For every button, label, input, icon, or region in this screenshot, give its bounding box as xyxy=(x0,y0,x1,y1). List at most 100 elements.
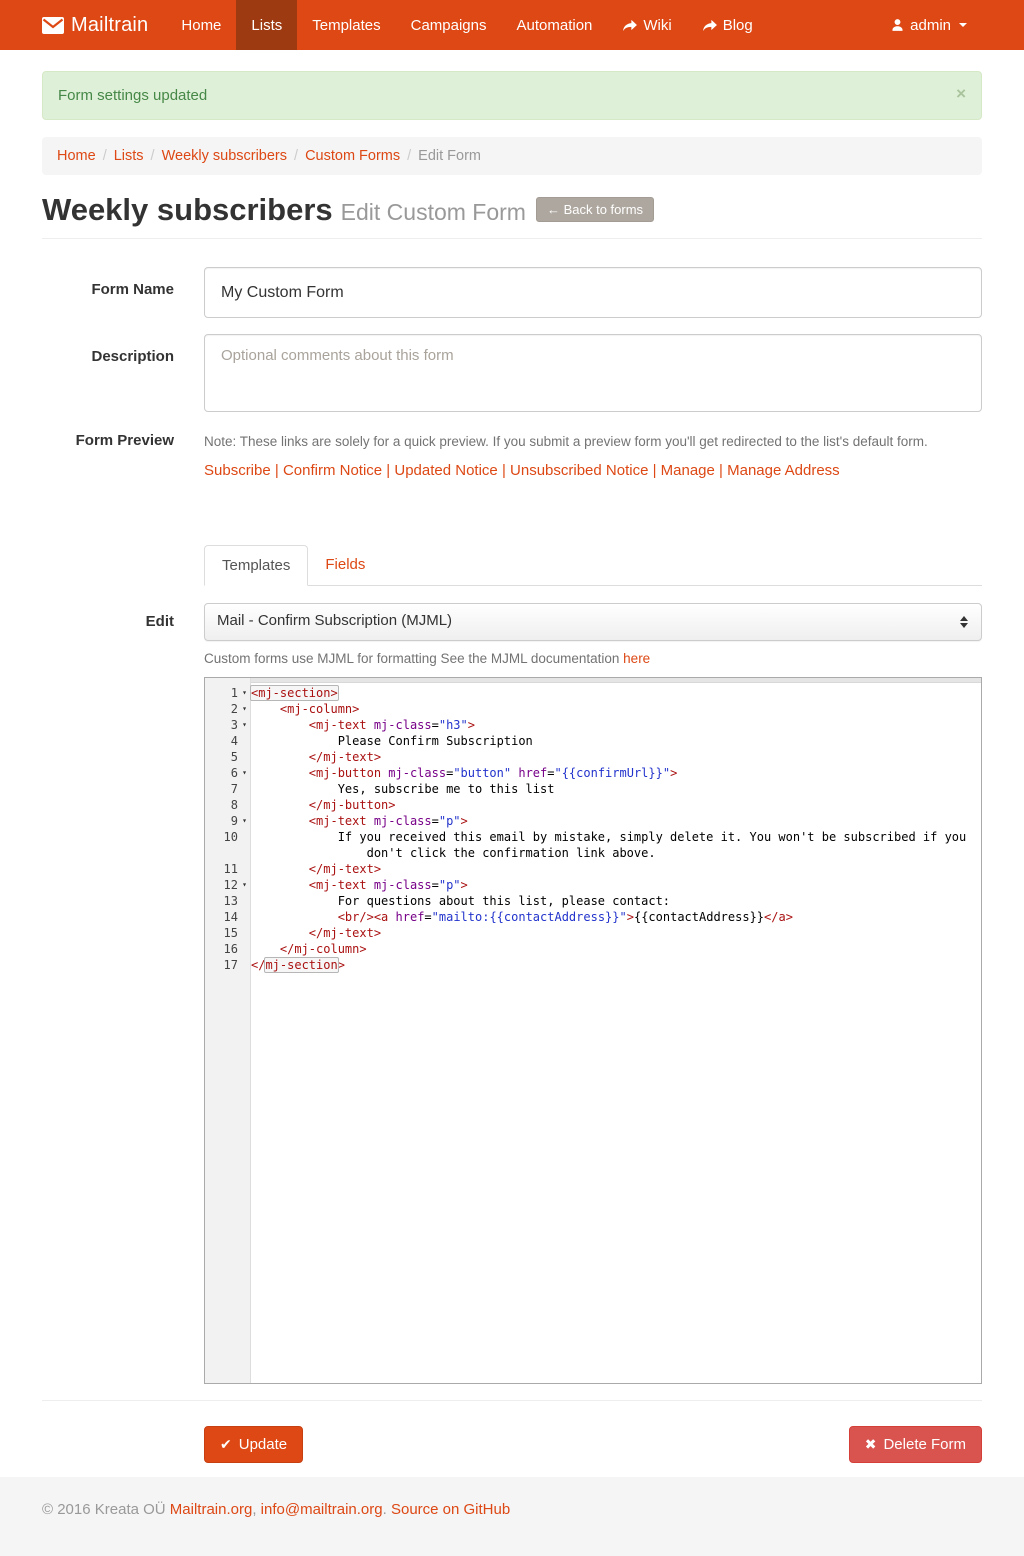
page-title: Weekly subscribers xyxy=(42,192,333,227)
template-select[interactable]: Mail - Confirm Subscription (MJML) xyxy=(204,603,982,641)
page-subtitle: Edit Custom Form xyxy=(341,199,526,225)
breadcrumb-separator: / xyxy=(144,148,162,164)
fold-arrow-icon[interactable]: ▾ xyxy=(238,813,251,829)
tab-templates[interactable]: Templates xyxy=(204,545,308,586)
description-textarea[interactable] xyxy=(204,334,982,412)
fold-arrow-icon[interactable]: ▾ xyxy=(238,877,251,893)
line-number: 12▾ xyxy=(205,877,251,893)
user-name: admin xyxy=(910,17,951,34)
description-label: Description xyxy=(42,334,174,365)
user-menu[interactable]: admin xyxy=(876,0,982,50)
link-separator: | xyxy=(271,462,283,479)
nav-item-campaigns[interactable]: Campaigns xyxy=(396,0,502,50)
line-number: 4 xyxy=(205,733,251,749)
nav-items: Home Lists Templates Campaigns Automatio… xyxy=(166,0,767,50)
code-line: 8 </mj-button> xyxy=(205,797,981,813)
breadcrumb-separator: / xyxy=(287,148,305,164)
back-to-forms-button[interactable]: ← Back to forms xyxy=(536,197,654,222)
code-line: 9▾ <mj-text mj-class="p"> xyxy=(205,813,981,829)
link-separator: | xyxy=(715,462,727,479)
preview-link[interactable]: Updated Notice xyxy=(394,462,497,479)
preview-link[interactable]: Confirm Notice xyxy=(283,462,382,479)
fold-arrow-icon[interactable]: ▾ xyxy=(238,685,251,701)
success-alert: Form settings updated × xyxy=(42,71,982,120)
navbar: Mailtrain Home Lists Templates Campaigns… xyxy=(0,0,1024,50)
line-number: 2▾ xyxy=(205,701,251,717)
code-line: 14 <br/><a href="mailto:{{contactAddress… xyxy=(205,909,981,925)
breadcrumb-home[interactable]: Home xyxy=(57,148,96,164)
link-separator: | xyxy=(382,462,394,479)
nav-item-wiki[interactable]: Wiki xyxy=(607,0,686,50)
code-line: 3▾ <mj-text mj-class="h3"> xyxy=(205,717,981,733)
link-separator: | xyxy=(648,462,660,479)
edit-form: Form Name Description Form Preview Note:… xyxy=(42,267,982,1384)
divider xyxy=(42,1400,982,1401)
delete-form-button[interactable]: ✖ Delete Form xyxy=(849,1426,982,1463)
close-icon[interactable]: × xyxy=(956,87,966,104)
fold-arrow-icon[interactable]: ▾ xyxy=(238,701,251,717)
code-line: 6▾ <mj-button mj-class="button" href="{{… xyxy=(205,765,981,781)
mjml-docs-link[interactable]: here xyxy=(623,651,650,666)
line-number: 14 xyxy=(205,909,251,925)
breadcrumb: Home/Lists/Weekly subscribers/Custom For… xyxy=(42,137,982,175)
fold-arrow-icon[interactable]: ▾ xyxy=(238,717,251,733)
breadcrumb-lists[interactable]: Lists xyxy=(114,148,144,164)
code-line: 13 For questions about this list, please… xyxy=(205,893,981,909)
line-number: 8 xyxy=(205,797,251,813)
code-line: 15 </mj-text> xyxy=(205,925,981,941)
tab-fields[interactable]: Fields xyxy=(308,545,382,586)
breadcrumb-separator: / xyxy=(400,148,418,164)
edit-label: Edit xyxy=(42,603,174,630)
preview-link[interactable]: Unsubscribed Notice xyxy=(510,462,648,479)
chevron-down-icon xyxy=(959,23,967,27)
code-line: 11 </mj-text> xyxy=(205,861,981,877)
preview-link[interactable]: Manage Address xyxy=(727,462,840,479)
mjml-help-text: Custom forms use MJML for formatting See… xyxy=(204,651,982,666)
line-number: 3▾ xyxy=(205,717,251,733)
form-preview-label: Form Preview xyxy=(42,432,174,449)
update-button[interactable]: ✔ Update xyxy=(204,1426,303,1463)
copyright-text: © 2016 Kreata OÜ xyxy=(42,1501,170,1518)
code-editor[interactable]: 1▾<mj-section>2▾ <mj-column>3▾ <mj-text … xyxy=(204,677,982,1384)
breadcrumb-list-name[interactable]: Weekly subscribers xyxy=(162,148,287,164)
line-number: 1▾ xyxy=(205,685,251,701)
breadcrumb-custom-forms[interactable]: Custom Forms xyxy=(305,148,400,164)
line-number: 11 xyxy=(205,861,251,877)
code-line: 1▾<mj-section> xyxy=(205,685,981,701)
share-icon xyxy=(702,19,717,32)
fold-arrow-icon[interactable]: ▾ xyxy=(238,765,251,781)
nav-item-blog[interactable]: Blog xyxy=(687,0,768,50)
nav-item-templates[interactable]: Templates xyxy=(297,0,395,50)
code-lines: 1▾<mj-section>2▾ <mj-column>3▾ <mj-text … xyxy=(205,683,981,973)
email-link[interactable]: info@mailtrain.org xyxy=(261,1501,383,1518)
x-icon: ✖ xyxy=(865,1436,877,1453)
envelope-icon xyxy=(42,17,64,34)
code-line: 5 </mj-text> xyxy=(205,749,981,765)
user-icon xyxy=(891,18,904,32)
line-number: 10 xyxy=(205,829,251,861)
tabs: Templates Fields xyxy=(204,545,982,586)
link-separator: | xyxy=(498,462,510,479)
footer: © 2016 Kreata OÜ Mailtrain.org, info@mai… xyxy=(0,1477,1024,1556)
code-line: 4 Please Confirm Subscription xyxy=(205,733,981,749)
line-number: 15 xyxy=(205,925,251,941)
github-source-link[interactable]: Source on GitHub xyxy=(391,1501,510,1518)
preview-link[interactable]: Subscribe xyxy=(204,462,271,479)
form-name-input[interactable] xyxy=(204,267,982,318)
brand-name: Mailtrain xyxy=(71,14,148,37)
code-line: 2▾ <mj-column> xyxy=(205,701,981,717)
breadcrumb-current: Edit Form xyxy=(418,148,481,164)
nav-item-automation[interactable]: Automation xyxy=(502,0,608,50)
nav-item-lists[interactable]: Lists xyxy=(236,0,297,50)
code-line: 16 </mj-column> xyxy=(205,941,981,957)
select-arrows-icon xyxy=(960,616,968,628)
brand-link[interactable]: Mailtrain xyxy=(42,0,166,50)
alert-message: Form settings updated xyxy=(58,87,207,104)
nav-item-home[interactable]: Home xyxy=(166,0,236,50)
check-icon: ✔ xyxy=(220,1436,232,1453)
action-buttons: ✔ Update ✖ Delete Form xyxy=(204,1426,982,1463)
line-number: 5 xyxy=(205,749,251,765)
mailtrain-org-link[interactable]: Mailtrain.org xyxy=(170,1501,253,1518)
template-select-value: Mail - Confirm Subscription (MJML) xyxy=(217,612,452,629)
preview-link[interactable]: Manage xyxy=(661,462,715,479)
